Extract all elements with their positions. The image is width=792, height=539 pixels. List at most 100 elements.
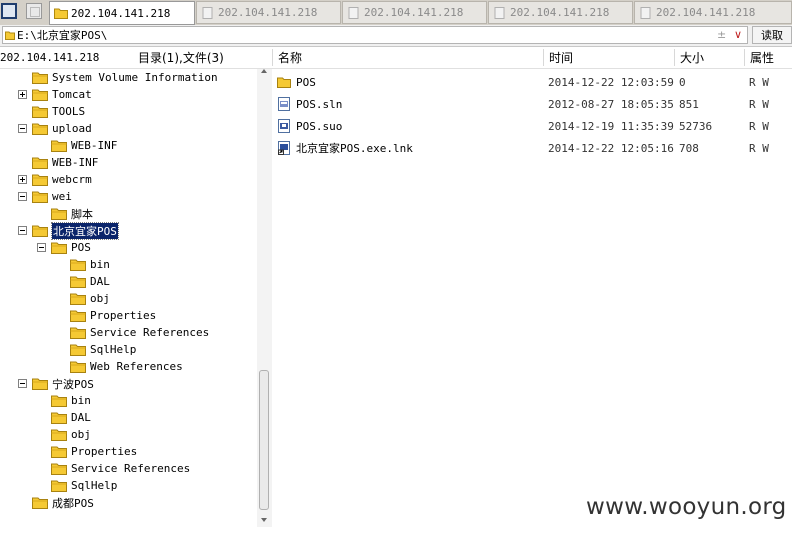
tree-node-label: TOOLS: [52, 105, 86, 118]
tree-node[interactable]: WEB-INF: [32, 154, 98, 171]
tree-node-label: System Volume Information: [52, 71, 218, 84]
column-name[interactable]: 名称: [278, 47, 538, 68]
collapse-icon[interactable]: [37, 243, 46, 252]
file-name: 北京宜家POS.exe.lnk: [296, 142, 413, 155]
tree-node[interactable]: Service References: [70, 324, 209, 341]
scroll-down-icon[interactable]: [261, 518, 267, 522]
collapse-icon[interactable]: [18, 192, 27, 201]
tree-node[interactable]: wei: [32, 188, 72, 205]
window-icon[interactable]: [1, 3, 17, 19]
tree-node[interactable]: Service References: [51, 460, 190, 477]
file-attr: R W: [749, 97, 769, 111]
tree-node-label: 宁波POS: [52, 377, 94, 391]
file-attr: R W: [749, 119, 769, 133]
tree-node-label: obj: [71, 428, 91, 441]
tree-node-label: Service References: [71, 462, 191, 475]
tree-node[interactable]: obj: [70, 290, 110, 307]
tree-node-label: WEB-INF: [71, 139, 118, 152]
scroll-up-icon[interactable]: [261, 69, 267, 73]
collapse-icon[interactable]: [18, 124, 27, 133]
tree-node-label: upload: [52, 122, 92, 135]
read-button[interactable]: 读取: [752, 26, 792, 44]
folder-icon: [51, 429, 67, 441]
tree-node-label: 脚本: [71, 207, 93, 221]
list-header: 202.104.141.218 目录(1),文件(3) 名称 时间 大小 属性: [0, 47, 792, 69]
file-row[interactable]: POS 2014-12-22 12:03:59 0 R W: [272, 71, 792, 93]
tree-node-label: 成都POS: [52, 496, 94, 510]
folder-icon: [32, 191, 48, 203]
folder-icon: [32, 157, 48, 169]
tree-node[interactable]: Properties: [51, 443, 137, 460]
tree-node[interactable]: obj: [51, 426, 91, 443]
tree-node[interactable]: upload: [32, 120, 92, 137]
file-row[interactable]: 北京宜家POS.exe.lnk 2014-12-22 12:05:16 708 R W: [272, 137, 792, 159]
file-time: 2014-12-22 12:03:59: [548, 75, 674, 89]
expand-icon[interactable]: [18, 90, 27, 99]
tree-node[interactable]: Tomcat: [32, 86, 92, 103]
tree-node[interactable]: bin: [51, 392, 91, 409]
folder-icon: [277, 77, 291, 88]
folder-icon: [32, 123, 48, 135]
file-time: 2014-12-22 12:05:16: [548, 141, 674, 155]
tree-node-label: Tomcat: [52, 88, 92, 101]
path-text: E:\北京宜家POS\: [17, 29, 108, 42]
scroll-thumb[interactable]: [259, 370, 269, 510]
document-icon: [640, 6, 651, 19]
tab-2[interactable]: 202.104.141.218: [196, 1, 341, 24]
add-icon[interactable]: ±: [717, 28, 726, 41]
tree-node[interactable]: WEB-INF: [51, 137, 117, 154]
tree-node[interactable]: webcrm: [32, 171, 92, 188]
tab-5[interactable]: 202.104.141.218: [634, 1, 792, 24]
tree-node[interactable]: 脚本: [51, 205, 93, 222]
folder-icon: [5, 31, 15, 40]
tree-node-label: Properties: [71, 445, 138, 458]
tree-node[interactable]: POS: [51, 239, 91, 256]
tree-node-label: Properties: [90, 309, 157, 322]
file-time: 2014-12-19 11:35:39: [548, 119, 674, 133]
tree-node[interactable]: DAL: [51, 409, 91, 426]
tree-node[interactable]: 宁波POS: [32, 375, 94, 392]
file-name-cell: POS.suo: [277, 115, 342, 137]
file-name-cell: POS.sln: [277, 93, 342, 115]
collapse-icon[interactable]: [18, 226, 27, 235]
column-size[interactable]: 大小: [680, 47, 740, 68]
tree-node[interactable]: SqlHelp: [70, 341, 136, 358]
tree-node-label: Web References: [90, 360, 183, 373]
tab-bar: 202.104.141.218 202.104.141.218 202.104.…: [0, 0, 792, 26]
tab-label: 202.104.141.218: [218, 6, 318, 19]
tree-node[interactable]: Properties: [70, 307, 156, 324]
file-row[interactable]: POS.sln 2012-08-27 18:05:35 851 R W: [272, 93, 792, 115]
tree-node[interactable]: SqlHelp: [51, 477, 117, 494]
path-input[interactable]: E:\北京宜家POS\ ± ∨: [2, 26, 748, 44]
tree-node-label: wei: [52, 190, 72, 203]
document-icon: [202, 6, 213, 19]
tree-node[interactable]: 成都POS: [32, 494, 94, 511]
folder-icon: [32, 89, 48, 101]
expand-icon[interactable]: [18, 175, 27, 184]
chevron-down-icon[interactable]: ∨: [734, 28, 742, 41]
file-size: 0: [679, 75, 686, 89]
collapse-icon[interactable]: [18, 379, 27, 388]
tree-node[interactable]: System Volume Information: [32, 69, 218, 86]
tree-scrollbar[interactable]: [257, 69, 272, 527]
tree-node[interactable]: DAL: [70, 273, 110, 290]
tab-4[interactable]: 202.104.141.218: [488, 1, 633, 24]
column-attr[interactable]: 属性: [750, 47, 792, 68]
file-name: POS.sln: [296, 97, 343, 111]
file-name: POS: [296, 75, 316, 89]
tree-node-label: webcrm: [52, 173, 92, 186]
tab-3[interactable]: 202.104.141.218: [342, 1, 487, 24]
tab-1[interactable]: 202.104.141.218: [49, 1, 195, 25]
folder-icon: [70, 361, 86, 373]
new-tab-icon[interactable]: [26, 3, 42, 19]
folder-icon: [51, 208, 67, 220]
tree-node[interactable]: bin: [70, 256, 110, 273]
column-time[interactable]: 时间: [549, 47, 669, 68]
folder-icon: [70, 293, 86, 305]
tree-node[interactable]: Web References: [70, 358, 183, 375]
tab-label: 202.104.141.218: [656, 6, 756, 19]
file-attr: R W: [749, 141, 769, 155]
file-row[interactable]: POS.suo 2014-12-19 11:35:39 52736 R W: [272, 115, 792, 137]
tree-node[interactable]: TOOLS: [32, 103, 85, 120]
tree-node[interactable]: 北京宜家POS: [32, 221, 119, 240]
